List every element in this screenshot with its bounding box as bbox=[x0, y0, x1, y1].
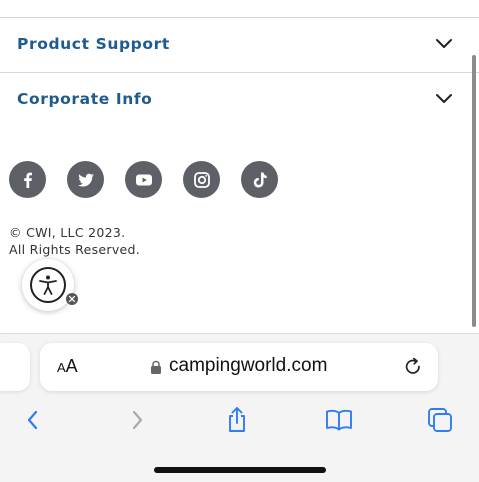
tiktok-link[interactable] bbox=[241, 161, 278, 198]
accessibility-button[interactable] bbox=[22, 259, 78, 311]
facebook-icon bbox=[23, 172, 32, 188]
accessibility-icon bbox=[30, 267, 78, 305]
instagram-icon bbox=[193, 171, 210, 188]
home-indicator bbox=[154, 467, 326, 473]
reload-icon[interactable] bbox=[402, 356, 424, 378]
instagram-link[interactable] bbox=[183, 161, 220, 198]
previous-tab-preview[interactable] bbox=[0, 343, 30, 391]
scrollbar[interactable] bbox=[472, 55, 476, 327]
tabs-icon bbox=[428, 408, 452, 432]
tabs-button[interactable] bbox=[424, 404, 456, 436]
address-bar[interactable]: AA campingworld.com bbox=[40, 343, 438, 391]
forward-button[interactable] bbox=[121, 404, 153, 436]
share-button[interactable] bbox=[221, 404, 253, 436]
url-text: campingworld.com bbox=[169, 355, 328, 376]
accordion-label: Corporate Info bbox=[17, 90, 153, 108]
chevron-down-icon bbox=[436, 39, 452, 48]
person-icon bbox=[39, 275, 57, 295]
accordion-label: Product Support bbox=[17, 35, 170, 53]
twitter-link[interactable] bbox=[67, 161, 104, 198]
tiktok-icon bbox=[253, 172, 267, 187]
accordion-product-support[interactable]: Product Support bbox=[0, 17, 470, 71]
back-icon bbox=[27, 410, 38, 430]
close-badge-icon[interactable] bbox=[66, 293, 78, 305]
accordion-corporate-info[interactable]: Corporate Info bbox=[0, 72, 470, 126]
copyright-line: © CWI, LLC 2023. bbox=[9, 225, 126, 240]
facebook-link[interactable] bbox=[9, 161, 46, 198]
youtube-link[interactable] bbox=[125, 161, 162, 198]
bookmarks-icon bbox=[326, 409, 352, 431]
social-links bbox=[9, 161, 278, 198]
twitter-icon bbox=[77, 173, 94, 186]
share-icon bbox=[229, 407, 245, 432]
browser-toolbar bbox=[0, 404, 479, 440]
copyright-notice: © CWI, LLC 2023. All Rights Reserved. bbox=[9, 224, 140, 258]
rights-line: All Rights Reserved. bbox=[9, 242, 141, 257]
youtube-icon bbox=[135, 174, 152, 185]
chevron-down-icon bbox=[436, 94, 452, 103]
back-button[interactable] bbox=[17, 404, 49, 436]
bookmarks-button[interactable] bbox=[323, 404, 355, 436]
browser-chrome: AA campingworld.com bbox=[0, 333, 479, 482]
forward-icon bbox=[132, 410, 143, 430]
lock-icon bbox=[151, 360, 161, 374]
web-page: Product Support Corporate Info © CWI, LL… bbox=[0, 0, 479, 333]
text-size-button[interactable]: AA bbox=[57, 356, 78, 377]
